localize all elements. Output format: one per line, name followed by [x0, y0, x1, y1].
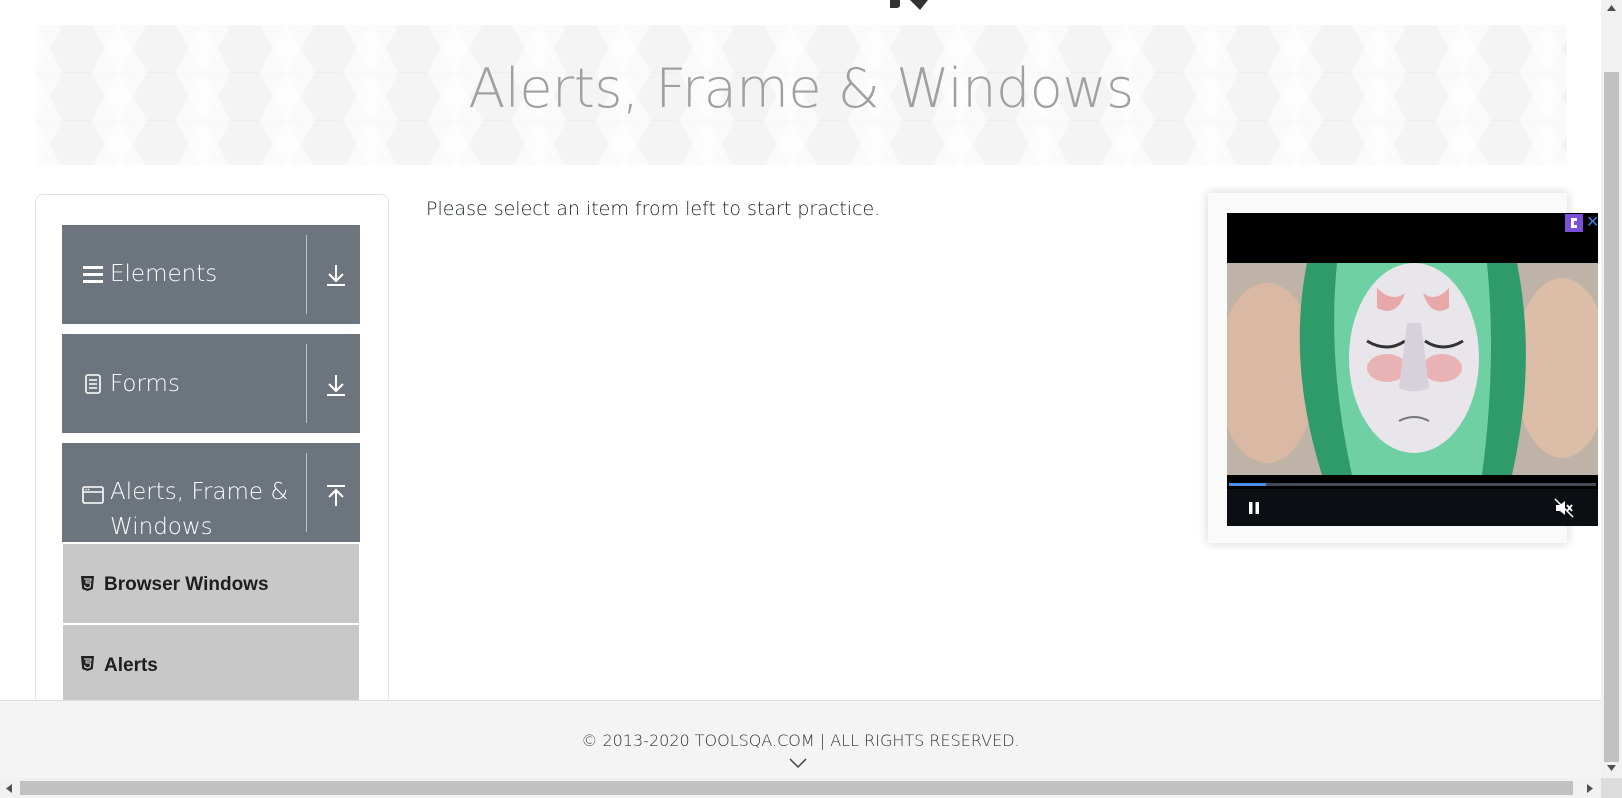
chevron-down-icon[interactable]	[788, 757, 808, 769]
sidebar-group-forms[interactable]: Forms	[62, 334, 360, 433]
hamburger-icon	[83, 266, 103, 283]
video-progress-fill	[1229, 483, 1266, 486]
scroll-right-arrow-icon[interactable]	[1586, 783, 1594, 794]
upload-arrow-icon[interactable]	[325, 484, 347, 508]
muted-speaker-icon[interactable]	[1554, 498, 1574, 518]
scroll-left-arrow-icon[interactable]	[5, 783, 13, 794]
ad-video-frame	[1227, 263, 1598, 475]
html5-icon	[81, 576, 94, 591]
sidebar-item-browser-windows[interactable]: Browser Windows	[63, 544, 359, 623]
sidebar-group-elements[interactable]: Elements	[62, 225, 360, 324]
group-divider	[306, 235, 307, 314]
video-progress-bar[interactable]	[1229, 483, 1596, 486]
sidebar-group-label: Forms	[110, 371, 180, 397]
html5-icon	[81, 656, 94, 671]
download-arrow-icon[interactable]	[325, 373, 347, 397]
vertical-scrollbar-thumb[interactable]	[1604, 72, 1619, 762]
group-divider	[306, 453, 307, 532]
window-icon	[82, 486, 104, 504]
page-title: Alerts, Frame & Windows	[468, 57, 1134, 120]
download-arrow-icon[interactable]	[325, 263, 347, 287]
scroll-up-arrow-icon[interactable]	[1606, 4, 1617, 12]
page-footer: © 2013-2020 TOOLSQA.COM | ALL RIGHTS RES…	[0, 700, 1601, 779]
scroll-down-arrow-icon[interactable]	[1606, 764, 1617, 772]
sidebar-group-alerts-frame-windows[interactable]: Alerts, Frame & Windows	[62, 443, 360, 542]
horizontal-scrollbar[interactable]	[0, 778, 1601, 798]
practice-instruction: Please select an item from left to start…	[426, 198, 881, 220]
video-controls	[1227, 489, 1598, 526]
ad-choices-icon[interactable]	[1565, 214, 1583, 232]
sidebar-group-label-line2: Windows	[110, 514, 213, 540]
horizontal-scrollbar-thumb[interactable]	[20, 781, 1573, 795]
sidebar-item-label: Browser Windows	[104, 574, 269, 595]
pause-icon[interactable]	[1247, 501, 1261, 515]
page-banner: Alerts, Frame & Windows	[35, 25, 1567, 165]
vertical-scrollbar[interactable]	[1601, 0, 1622, 778]
group-divider	[306, 344, 307, 423]
ad-video-player[interactable]	[1227, 213, 1598, 526]
site-logo-fragment[interactable]	[890, 0, 946, 12]
sidebar-item-alerts[interactable]: Alerts	[63, 625, 359, 700]
document-icon	[85, 374, 101, 394]
sidebar-group-label: Alerts, Frame &	[110, 479, 289, 505]
footer-copyright: © 2013-2020 TOOLSQA.COM | ALL RIGHTS RES…	[581, 731, 1020, 750]
sidebar-group-label: Elements	[110, 261, 218, 287]
scrollbar-corner	[1601, 778, 1622, 798]
sidebar-item-label: Alerts	[104, 655, 158, 676]
ad-close-icon[interactable]: ✕	[1586, 214, 1602, 232]
